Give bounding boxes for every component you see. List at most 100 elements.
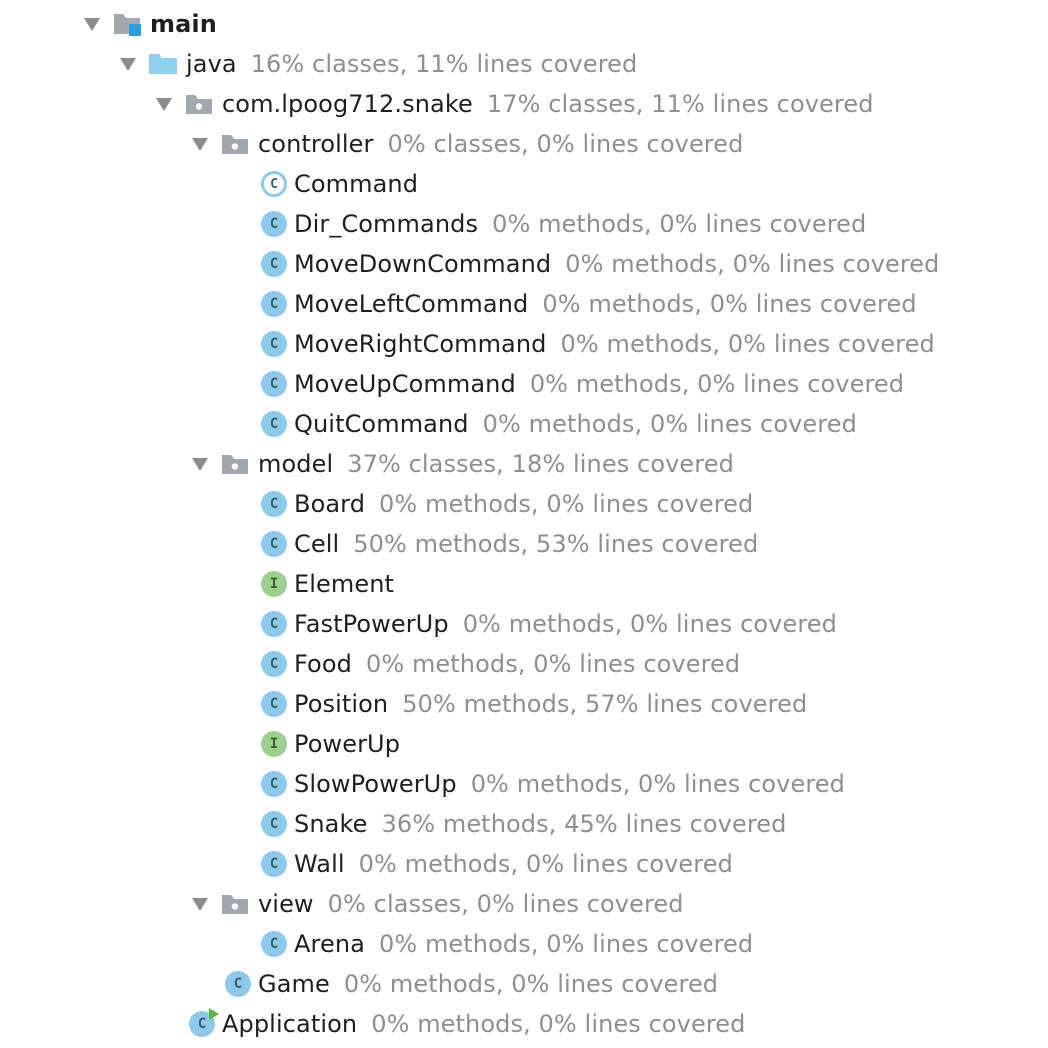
tree-item-label: model 37% classes, 18% lines covered bbox=[258, 444, 734, 484]
expand-arrow-icon[interactable] bbox=[188, 124, 212, 164]
tree-row[interactable]: C Snake 36% methods, 45% lines covered bbox=[0, 804, 1048, 844]
tree-row[interactable]: C Arena 0% methods, 0% lines covered bbox=[0, 924, 1048, 964]
tree-item-name: MoveDownCommand bbox=[294, 250, 552, 278]
class-icon: C bbox=[259, 684, 289, 724]
coverage-summary: 0% methods, 0% lines covered bbox=[565, 250, 940, 278]
class-icon: C bbox=[259, 324, 289, 364]
coverage-summary: 50% methods, 53% lines covered bbox=[353, 530, 759, 558]
tree-item-name: view bbox=[258, 890, 314, 918]
coverage-summary: 16% classes, 11% lines covered bbox=[250, 50, 638, 78]
tree-item-name: MoveLeftCommand bbox=[294, 290, 529, 318]
tree-item-name: com.lpoog712.snake bbox=[222, 90, 473, 118]
tree-item-name: Cell bbox=[294, 530, 340, 558]
tree-row[interactable]: C MoveUpCommand 0% methods, 0% lines cover… bbox=[0, 364, 1048, 404]
package-icon bbox=[220, 884, 250, 924]
class-icon: C bbox=[259, 524, 289, 564]
class-icon: C bbox=[259, 284, 289, 324]
tree-item-label: Command bbox=[294, 164, 418, 204]
tree-item-name: Food bbox=[294, 650, 352, 678]
tree-item-name: controller bbox=[258, 130, 374, 158]
class-icon: C bbox=[259, 924, 289, 964]
class-icon: C bbox=[259, 404, 289, 444]
expand-arrow-icon[interactable] bbox=[188, 444, 212, 484]
tree-row[interactable]: C SlowPowerUp 0% methods, 0% lines covered bbox=[0, 764, 1048, 804]
class-icon: C bbox=[259, 204, 289, 244]
tree-item-name: FastPowerUp bbox=[294, 610, 449, 638]
class-icon: C bbox=[259, 764, 289, 804]
coverage-summary: 0% methods, 0% lines covered bbox=[482, 410, 857, 438]
coverage-summary: 0% methods, 0% lines covered bbox=[343, 970, 719, 998]
tree-item-label: Dir_Commands 0% methods, 0% lines covered bbox=[294, 204, 866, 244]
coverage-summary: 0% methods, 0% lines covered bbox=[462, 610, 837, 638]
tree-row[interactable]: I Element bbox=[0, 564, 1048, 604]
tree-row[interactable]: I PowerUp bbox=[0, 724, 1048, 764]
run-marker-icon bbox=[208, 1006, 220, 1025]
tree-item-name: QuitCommand bbox=[294, 410, 469, 438]
coverage-tree: main java 16% classes, 11% lines covered co… bbox=[0, 4, 1048, 1044]
tree-item-label: Wall 0% methods, 0% lines covered bbox=[294, 844, 733, 884]
tree-item-label: Application 0% methods, 0% lines covered bbox=[222, 1004, 746, 1044]
expand-arrow-icon[interactable] bbox=[188, 884, 212, 924]
tree-item-name: model bbox=[258, 450, 334, 478]
tree-item-name: SlowPowerUp bbox=[294, 770, 457, 798]
tree-item-name: PowerUp bbox=[294, 730, 401, 758]
coverage-summary: 37% classes, 18% lines covered bbox=[347, 450, 734, 478]
coverage-summary: 0% methods, 0% lines covered bbox=[470, 770, 845, 798]
tree-row[interactable]: model 37% classes, 18% lines covered bbox=[0, 444, 1048, 484]
tree-item-label: MoveRightCommand 0% methods, 0% lines cov… bbox=[294, 324, 935, 364]
module-folder-icon bbox=[112, 4, 142, 44]
class-icon: C bbox=[259, 244, 289, 284]
tree-row[interactable]: C Game 0% methods, 0% lines covered bbox=[0, 964, 1048, 1004]
tree-row[interactable]: com.lpoog712.snake 17% classes, 11% lines… bbox=[0, 84, 1048, 124]
tree-item-name: Arena bbox=[294, 930, 365, 958]
tree-item-label: Snake 36% methods, 45% lines covered bbox=[294, 804, 787, 844]
tree-item-label: Cell 50% methods, 53% lines covered bbox=[294, 524, 758, 564]
tree-item-label: com.lpoog712.snake 17% classes, 11% lines… bbox=[222, 84, 874, 124]
tree-row[interactable]: main bbox=[0, 4, 1048, 44]
coverage-summary: 0% methods, 0% lines covered bbox=[492, 210, 867, 238]
expand-arrow-icon[interactable] bbox=[116, 44, 140, 84]
tree-item-label: java 16% classes, 11% lines covered bbox=[186, 44, 637, 84]
tree-row[interactable]: C Command bbox=[0, 164, 1048, 204]
tree-item-label: FastPowerUp 0% methods, 0% lines covered bbox=[294, 604, 837, 644]
class-icon: C bbox=[259, 364, 289, 404]
package-icon bbox=[220, 124, 250, 164]
tree-row[interactable]: C FastPowerUp 0% methods, 0% lines covered bbox=[0, 604, 1048, 644]
tree-row[interactable]: C MoveDownCommand 0% methods, 0% lines cov… bbox=[0, 244, 1048, 284]
tree-item-name: Element bbox=[294, 570, 395, 598]
tree-item-name: main bbox=[150, 10, 217, 38]
tree-row[interactable]: C MoveRightCommand 0% methods, 0% lines co… bbox=[0, 324, 1048, 364]
package-icon bbox=[220, 444, 250, 484]
tree-row[interactable]: C Wall 0% methods, 0% lines covered bbox=[0, 844, 1048, 884]
tree-row[interactable]: C Board 0% methods, 0% lines covered bbox=[0, 484, 1048, 524]
expand-arrow-icon[interactable] bbox=[152, 84, 176, 124]
coverage-summary: 0% methods, 0% lines covered bbox=[371, 1010, 746, 1038]
tree-item-label: main bbox=[150, 4, 217, 44]
tree-item-name: Game bbox=[258, 970, 330, 998]
tree-item-label: SlowPowerUp 0% methods, 0% lines covered bbox=[294, 764, 845, 804]
expand-arrow-icon[interactable] bbox=[80, 4, 104, 44]
tree-item-label: view 0% classes, 0% lines covered bbox=[258, 884, 684, 924]
tree-item-label: QuitCommand 0% methods, 0% lines covered bbox=[294, 404, 857, 444]
tree-row[interactable]: C MoveLeftCommand 0% methods, 0% lines cov… bbox=[0, 284, 1048, 324]
tree-row[interactable]: view 0% classes, 0% lines covered bbox=[0, 884, 1048, 924]
coverage-summary: 0% methods, 0% lines covered bbox=[358, 850, 733, 878]
tree-row[interactable]: C Position 50% methods, 57% lines covered bbox=[0, 684, 1048, 724]
tree-item-label: MoveDownCommand 0% methods, 0% lines cove… bbox=[294, 244, 940, 284]
tree-row[interactable]: controller 0% classes, 0% lines covered bbox=[0, 124, 1048, 164]
tree-row[interactable]: C QuitCommand 0% methods, 0% lines covered bbox=[0, 404, 1048, 444]
tree-row[interactable]: C Cell 50% methods, 53% lines covered bbox=[0, 524, 1048, 564]
interface-icon: I bbox=[259, 724, 289, 764]
interface-icon: I bbox=[259, 564, 289, 604]
tree-item-label: MoveLeftCommand 0% methods, 0% lines cove… bbox=[294, 284, 917, 324]
coverage-summary: 0% classes, 0% lines covered bbox=[327, 890, 684, 918]
tree-row[interactable]: C Application 0% methods, 0% lines covered bbox=[0, 1004, 1048, 1044]
tree-item-name: Board bbox=[294, 490, 366, 518]
tree-item-label: Board 0% methods, 0% lines covered bbox=[294, 484, 753, 524]
tree-row[interactable]: C Food 0% methods, 0% lines covered bbox=[0, 644, 1048, 684]
tree-item-name: Wall bbox=[294, 850, 345, 878]
tree-item-label: controller 0% classes, 0% lines covered bbox=[258, 124, 743, 164]
coverage-summary: 50% methods, 57% lines covered bbox=[402, 690, 808, 718]
tree-row[interactable]: java 16% classes, 11% lines covered bbox=[0, 44, 1048, 84]
tree-row[interactable]: C Dir_Commands 0% methods, 0% lines covere… bbox=[0, 204, 1048, 244]
